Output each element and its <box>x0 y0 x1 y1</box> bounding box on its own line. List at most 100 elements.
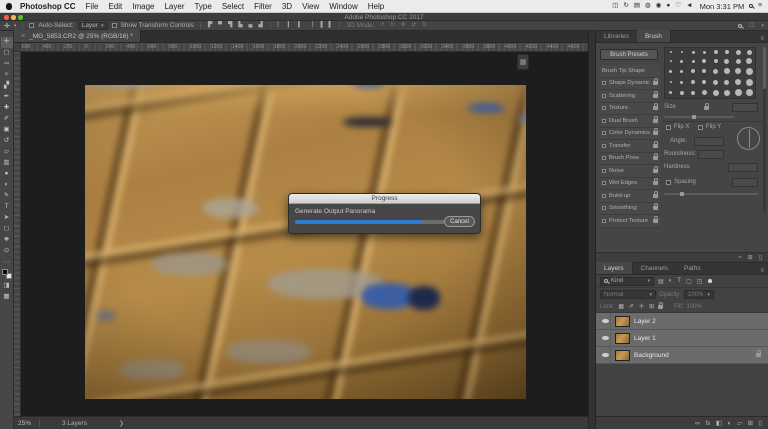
brush-option-checkbox[interactable] <box>602 218 606 223</box>
align-top-edges-icon[interactable]: ▛ <box>207 22 213 29</box>
search-icon[interactable] <box>738 23 743 28</box>
brush-preset-item[interactable] <box>676 66 687 77</box>
canvas[interactable]: ▦ <box>21 52 588 416</box>
window[interactable]: Window <box>324 2 362 11</box>
lock-icon[interactable] <box>653 203 658 211</box>
opacity-field[interactable]: 100% ▾ <box>684 290 715 299</box>
file[interactable]: File <box>81 2 104 11</box>
layer-thumbnail[interactable] <box>615 315 630 327</box>
brush-option-item[interactable]: Color Dynamics <box>600 127 660 140</box>
distribute-top-icon[interactable]: ▏ <box>277 22 283 29</box>
lock-icon[interactable] <box>653 115 658 123</box>
clone-stamp-tool[interactable]: ▣ <box>1 125 13 136</box>
distribute-right-icon[interactable]: ▌ <box>328 22 334 29</box>
brush-option-checkbox[interactable] <box>602 168 606 173</box>
input-source-icon[interactable]: ◫ <box>612 2 618 10</box>
filter-shape-layers-icon[interactable]: ▢ <box>685 278 693 285</box>
brush-preset-item[interactable] <box>710 77 721 88</box>
time-machine-icon[interactable]: ↻ <box>623 2 628 10</box>
brush-preset-item[interactable] <box>710 66 721 77</box>
lock-icon[interactable] <box>653 128 658 136</box>
brush-preset-item[interactable] <box>688 48 699 57</box>
blur-tool[interactable]: ● <box>1 169 13 180</box>
brush-preset-item[interactable] <box>721 48 732 57</box>
brush-option-item[interactable]: Texture <box>600 102 660 115</box>
channels[interactable]: Channels <box>633 262 676 274</box>
lock-all-icon[interactable] <box>658 301 664 309</box>
layer-visibility-toggle[interactable] <box>600 313 611 329</box>
filter-type-layers-icon[interactable]: T <box>676 278 682 284</box>
select[interactable]: Select <box>217 2 249 11</box>
brush-option-item[interactable]: Dual Brush <box>600 115 660 128</box>
brush-preset-item[interactable] <box>699 48 710 57</box>
filter-smart-objects-icon[interactable]: ◳ <box>696 278 704 285</box>
layer-row[interactable]: Background <box>596 347 768 364</box>
healing-brush-tool[interactable]: ✚ <box>1 103 13 114</box>
brush-preset-item[interactable] <box>665 87 676 98</box>
quick-selection-tool[interactable]: ✧ <box>1 70 13 81</box>
brush-tip-shape-item[interactable]: Brush Tip Shape <box>600 65 660 78</box>
delete-layer-icon[interactable]: ▯ <box>758 419 762 427</box>
lock-position-icon[interactable]: ✛ <box>638 303 645 310</box>
eraser-tool[interactable]: ▱ <box>1 147 13 158</box>
hardness-field[interactable] <box>728 163 758 172</box>
brush-preset-item[interactable] <box>744 48 755 57</box>
brush-preset-item[interactable] <box>665 66 676 77</box>
document-image[interactable] <box>85 85 526 399</box>
new-layer-icon[interactable]: ⊞ <box>747 419 752 427</box>
heart-icon[interactable]: ♡ <box>675 2 681 10</box>
blend-mode-dropdown[interactable]: Normal ▾ <box>600 290 656 299</box>
brush-option-checkbox[interactable] <box>602 156 606 161</box>
brush-preset-item[interactable] <box>676 77 687 88</box>
eyedropper-tool[interactable]: ✒ <box>1 92 13 103</box>
spacing-checkbox[interactable] <box>666 180 671 185</box>
notification-center-icon[interactable]: ≡ <box>758 2 762 10</box>
brush-preset-item[interactable] <box>733 48 744 57</box>
brush-option-checkbox[interactable] <box>602 143 606 148</box>
layer-group-icon[interactable]: ▱ <box>737 419 742 427</box>
brush-preset-item[interactable] <box>710 48 721 57</box>
size-value-field[interactable] <box>732 103 758 112</box>
new-brush-icon[interactable]: ⊞ <box>748 254 753 261</box>
align-horizontal-centers-icon[interactable]: ▄ <box>248 22 254 29</box>
layer-filter-kind-dropdown[interactable]: Kind ▾ <box>600 276 654 286</box>
auto-select-checkbox[interactable] <box>29 23 35 28</box>
lock-artboard-icon[interactable]: ⊞ <box>648 303 655 310</box>
show-transform-controls-checkbox[interactable] <box>111 23 117 28</box>
brush-preset-item[interactable] <box>744 77 755 88</box>
lock-transparency-icon[interactable]: ▦ <box>617 303 625 310</box>
help[interactable]: Help <box>363 2 389 11</box>
auto-select-dropdown[interactable]: Layer ▾ <box>77 21 108 30</box>
size-lock-icon[interactable] <box>704 103 709 110</box>
wifi-icon[interactable]: ◍ <box>645 2 651 10</box>
brush-option-checkbox[interactable] <box>602 93 606 98</box>
distribute-hcenter-icon[interactable]: ▐ <box>318 22 324 29</box>
brush-preset-item[interactable] <box>733 87 744 98</box>
brush-preset-item[interactable] <box>665 48 676 57</box>
type-tool[interactable]: T <box>1 202 13 213</box>
brush-preset-item[interactable] <box>721 66 732 77</box>
brush-preset-item[interactable] <box>744 87 755 98</box>
brush-option-item[interactable]: Brush Pose <box>600 152 660 165</box>
dodge-tool[interactable]: ◐ <box>1 180 13 191</box>
lock-icon[interactable] <box>653 165 658 173</box>
layer-thumbnail[interactable] <box>615 349 630 361</box>
battery-icon[interactable]: ◉ <box>656 2 662 10</box>
move-tool[interactable]: ✛ <box>0 37 13 48</box>
brush-preset-item[interactable] <box>665 77 676 88</box>
adjustment-layer-icon[interactable]: ◐ <box>728 420 732 427</box>
paths[interactable]: Paths <box>676 262 709 274</box>
lock-icon[interactable] <box>653 190 658 198</box>
cancel-button[interactable]: Cancel <box>444 216 475 227</box>
brush-option-item[interactable]: Protect Texture <box>600 215 660 228</box>
lock-icon[interactable] <box>653 78 658 86</box>
pen-tool[interactable]: ✎ <box>1 191 13 202</box>
brush-preset-item[interactable] <box>710 57 721 67</box>
brush-stroke-preview-icon[interactable]: ≈ <box>738 255 741 261</box>
align-right-edges-icon[interactable]: ▟ <box>257 22 263 29</box>
brush-preset-item[interactable] <box>699 66 710 77</box>
brush-preset-item[interactable] <box>699 87 710 98</box>
brush-option-checkbox[interactable] <box>602 81 606 86</box>
spotlight-search-icon[interactable] <box>749 4 754 8</box>
3d-slide-icon[interactable]: ⇄ <box>410 22 417 29</box>
